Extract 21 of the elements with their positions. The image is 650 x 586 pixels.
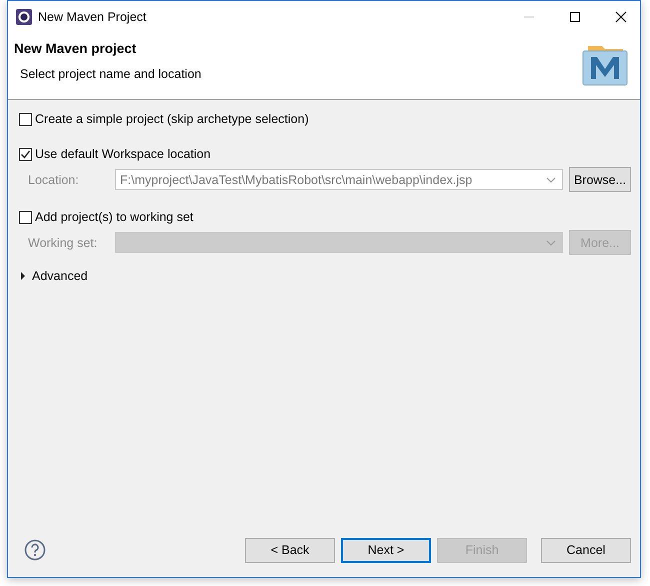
- window-title: New Maven Project: [38, 10, 146, 24]
- checkbox-label: Create a simple project (skip archetype selection): [35, 112, 309, 126]
- checkbox-label: Add project(s) to working set: [35, 210, 194, 224]
- working-set-label: Working set:: [27, 236, 98, 250]
- browse-button[interactable]: Browse...: [569, 167, 631, 192]
- maximize-icon[interactable]: [569, 10, 581, 22]
- close-icon[interactable]: [615, 10, 627, 22]
- checkbox[interactable]: [19, 112, 32, 126]
- dialog-button[interactable]: Cancel: [541, 538, 631, 562]
- checkbox[interactable]: [19, 148, 32, 160]
- page-title: New Maven project: [14, 41, 138, 56]
- app-icon: [16, 8, 32, 24]
- help-icon[interactable]: [24, 539, 46, 561]
- dialog-button[interactable]: < Back: [245, 538, 335, 562]
- advanced-section-label[interactable]: Advanced: [32, 269, 88, 283]
- page-description: Select project name and location: [20, 67, 202, 81]
- dialog-button[interactable]: Next >: [341, 538, 431, 562]
- location-label: Location:: [27, 172, 80, 186]
- checkbox[interactable]: [19, 210, 32, 224]
- checkbox-label: Use default Workspace location: [35, 147, 211, 161]
- expand-arrow-icon[interactable]: [20, 272, 26, 280]
